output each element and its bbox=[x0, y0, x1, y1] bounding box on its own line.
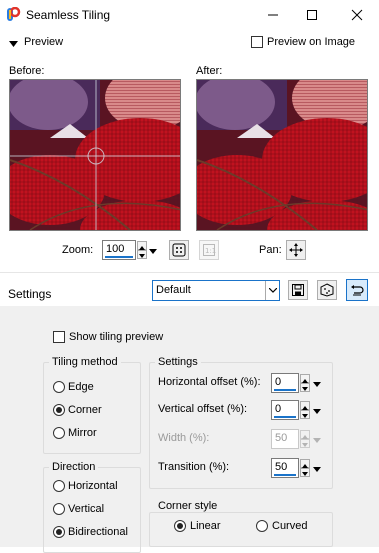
width-spinner bbox=[299, 429, 325, 449]
direction-bidirectional-label[interactable]: Bidirectional bbox=[68, 526, 128, 538]
tiling-edge-radio[interactable] bbox=[53, 381, 65, 393]
zoom-label: Zoom: bbox=[62, 244, 94, 256]
window-title: Seamless Tiling bbox=[26, 8, 111, 22]
width-up-icon bbox=[300, 430, 310, 439]
svg-text:1:1: 1:1 bbox=[205, 247, 216, 255]
transition-value: 50 bbox=[275, 461, 288, 473]
vertical-offset-value: 0 bbox=[275, 403, 282, 415]
transition-menu-icon[interactable] bbox=[313, 464, 321, 476]
settings-label: Settings bbox=[8, 287, 52, 301]
vertical-offset-label: Vertical offset (%): bbox=[158, 403, 248, 415]
preview-section-label[interactable]: Preview bbox=[24, 36, 63, 48]
vertical-offset-menu-icon[interactable] bbox=[313, 406, 321, 418]
dropdown-chevron-icon[interactable] bbox=[265, 281, 279, 300]
horizontal-offset-menu-icon[interactable] bbox=[313, 379, 321, 391]
width-menu-icon bbox=[313, 435, 321, 447]
pan-button[interactable] bbox=[286, 240, 306, 260]
corner-curved-label[interactable]: Curved bbox=[272, 520, 307, 532]
horizontal-offset-up-icon[interactable] bbox=[300, 374, 310, 383]
tiling-mirror-label[interactable]: Mirror bbox=[68, 427, 97, 439]
tiling-edge-label[interactable]: Edge bbox=[68, 381, 94, 393]
show-tiling-preview-label[interactable]: Show tiling preview bbox=[69, 331, 163, 343]
zoom-input[interactable]: 100 bbox=[102, 240, 136, 260]
zoom-spinner[interactable] bbox=[136, 240, 160, 260]
vertical-offset-spinner[interactable] bbox=[299, 400, 325, 420]
horizontal-offset-spinner[interactable] bbox=[299, 373, 325, 393]
width-label: Width (%): bbox=[158, 432, 210, 444]
preview-on-image-label[interactable]: Preview on Image bbox=[267, 36, 355, 48]
corner-linear-radio[interactable] bbox=[174, 520, 186, 532]
zoom-actual-size-button[interactable]: 1:1 bbox=[199, 240, 219, 260]
horizontal-offset-value: 0 bbox=[275, 376, 282, 388]
horizontal-offset-label: Horizontal offset (%): bbox=[158, 376, 261, 388]
zoom-down-icon[interactable] bbox=[137, 250, 147, 259]
divider bbox=[0, 272, 379, 273]
vertical-offset-up-icon[interactable] bbox=[300, 401, 310, 410]
width-input: 50 bbox=[271, 429, 299, 449]
app-icon bbox=[6, 6, 21, 22]
after-preview-image bbox=[196, 79, 368, 231]
preset-value: Default bbox=[156, 284, 191, 296]
transition-spinner[interactable] bbox=[299, 458, 325, 478]
before-preview-image[interactable] bbox=[9, 79, 181, 231]
preview-on-image-checkbox[interactable] bbox=[251, 36, 263, 48]
show-tiling-preview-checkbox[interactable] bbox=[53, 331, 65, 343]
minimize-button[interactable] bbox=[262, 4, 284, 26]
zoom-up-icon[interactable] bbox=[137, 241, 147, 250]
tiling-method-title: Tiling method bbox=[49, 356, 121, 368]
corner-style-title: Corner style bbox=[155, 500, 221, 512]
width-down-icon bbox=[300, 439, 310, 448]
width-value: 50 bbox=[275, 432, 288, 444]
horizontal-offset-input[interactable]: 0 bbox=[271, 373, 299, 393]
transition-input[interactable]: 50 bbox=[271, 458, 299, 478]
after-label: After: bbox=[196, 65, 223, 77]
title-bar: Seamless Tiling bbox=[0, 0, 379, 30]
vertical-offset-input[interactable]: 0 bbox=[271, 400, 299, 420]
direction-bidirectional-radio[interactable] bbox=[53, 526, 65, 538]
preset-dropdown[interactable]: Default bbox=[152, 280, 280, 301]
direction-title: Direction bbox=[49, 461, 99, 473]
direction-horizontal-radio[interactable] bbox=[53, 480, 65, 492]
direction-vertical-radio[interactable] bbox=[53, 503, 65, 515]
zoom-menu-chevron-icon[interactable] bbox=[149, 246, 157, 258]
save-preset-button[interactable] bbox=[288, 280, 308, 300]
horizontal-offset-down-icon[interactable] bbox=[300, 383, 310, 392]
transition-up-icon[interactable] bbox=[300, 459, 310, 468]
transition-down-icon[interactable] bbox=[300, 468, 310, 477]
direction-vertical-label[interactable]: Vertical bbox=[68, 503, 104, 515]
randomize-button[interactable] bbox=[317, 280, 337, 300]
zoom-value: 100 bbox=[106, 243, 125, 255]
preview-header: Preview Preview on Image bbox=[0, 30, 379, 56]
tiling-corner-radio[interactable] bbox=[53, 404, 65, 416]
corner-linear-label[interactable]: Linear bbox=[190, 520, 221, 532]
before-label: Before: bbox=[9, 65, 45, 77]
settings-bar: Settings Default bbox=[0, 279, 379, 306]
collapse-chevron-icon[interactable] bbox=[9, 39, 18, 51]
direction-horizontal-label[interactable]: Horizontal bbox=[68, 480, 118, 492]
transition-label: Transition (%): bbox=[158, 461, 230, 473]
zoom-fit-button[interactable] bbox=[169, 240, 189, 260]
close-button[interactable] bbox=[346, 4, 368, 26]
options-panel: Show tiling preview Tiling method Edge C… bbox=[0, 306, 379, 553]
pan-label: Pan: bbox=[259, 244, 282, 256]
settings-group-title: Settings bbox=[155, 356, 201, 368]
tiling-mirror-radio[interactable] bbox=[53, 427, 65, 439]
maximize-button[interactable] bbox=[301, 4, 323, 26]
reset-defaults-button[interactable] bbox=[346, 279, 368, 301]
vertical-offset-down-icon[interactable] bbox=[300, 410, 310, 419]
corner-curved-radio[interactable] bbox=[256, 520, 268, 532]
tiling-corner-label[interactable]: Corner bbox=[68, 404, 102, 416]
